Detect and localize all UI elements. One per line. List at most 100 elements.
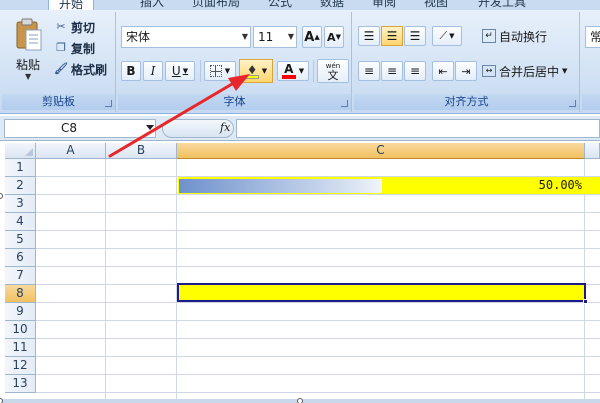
- alignment-group-label: 对齐方式: [354, 94, 579, 110]
- active-cell-c8[interactable]: [177, 283, 586, 302]
- grow-font-button[interactable]: A ▲: [302, 26, 322, 48]
- fill-color-button[interactable]: ♦ ▼: [239, 59, 273, 83]
- font-size-combo[interactable]: 11 ▼: [253, 26, 297, 48]
- gridline: [584, 159, 585, 399]
- select-all-button[interactable]: [5, 143, 36, 159]
- selection-handle: [0, 398, 3, 403]
- format-painter-button[interactable]: 🖌 格式刷: [54, 60, 107, 78]
- tab-page-layout[interactable]: 页面布局: [192, 0, 240, 10]
- gridline: [36, 194, 600, 195]
- column-header-d[interactable]: [585, 143, 600, 159]
- shrink-font-label: A: [327, 30, 336, 44]
- name-box[interactable]: C8: [4, 119, 156, 138]
- selection-handle: [0, 193, 3, 199]
- formula-bar: C8 fx: [0, 116, 600, 141]
- row-header-5[interactable]: 5: [5, 231, 36, 249]
- cell-c2-value: 50.00%: [538, 178, 582, 192]
- orientation-button[interactable]: ⟋ ▼: [432, 26, 462, 46]
- align-center-icon: ≡: [386, 64, 398, 78]
- align-right-icon: ≡: [409, 64, 421, 78]
- increase-indent-icon: ⇥: [461, 64, 471, 78]
- insert-function-icon[interactable]: fx: [220, 121, 230, 134]
- row-header-13[interactable]: 13: [5, 375, 36, 393]
- top-align-button[interactable]: ☰: [358, 26, 380, 46]
- increase-indent-button[interactable]: ⇥: [455, 61, 477, 81]
- phonetic-guide-button[interactable]: wén 文: [317, 59, 349, 83]
- align-center-button[interactable]: ≡: [381, 61, 403, 81]
- row-header-8[interactable]: 8: [5, 285, 36, 303]
- italic-button[interactable]: I: [143, 61, 163, 81]
- bottom-align-button[interactable]: ☰: [404, 26, 426, 46]
- align-right-button[interactable]: ≡: [404, 61, 426, 81]
- tab-review[interactable]: 审阅: [372, 0, 396, 10]
- ribbon-tab-bar: 开始 插入 页面布局 公式 数据 审阅 视图 开发工具: [0, 0, 600, 10]
- align-top-icon: ☰: [363, 29, 375, 43]
- tab-formulas[interactable]: 公式: [268, 0, 292, 10]
- alignment-dialog-launcher-icon[interactable]: [569, 100, 576, 107]
- copy-button[interactable]: ❐ 复制: [54, 39, 95, 57]
- column-header-b[interactable]: B: [106, 143, 177, 159]
- tab-view[interactable]: 视图: [424, 0, 448, 10]
- gridline: [36, 356, 600, 357]
- align-bottom-icon: ☰: [409, 29, 421, 43]
- gridline: [36, 392, 600, 393]
- chevron-down-icon[interactable]: [146, 125, 154, 130]
- number-group: 常: [582, 12, 600, 112]
- borders-button[interactable]: ▼: [204, 61, 236, 81]
- merge-center-button[interactable]: ↔ 合并后居中 ▼: [482, 61, 574, 81]
- decrease-indent-button[interactable]: ⇤: [432, 61, 454, 81]
- font-color-letter: A: [284, 62, 294, 76]
- gridline: [36, 266, 600, 267]
- font-group-label: 字体: [118, 94, 351, 110]
- number-format-combo[interactable]: 常: [585, 26, 600, 48]
- row-header-9[interactable]: 9: [5, 303, 36, 321]
- tab-developer[interactable]: 开发工具: [478, 0, 526, 10]
- font-color-icon: A: [281, 62, 296, 79]
- column-header-a[interactable]: A: [36, 143, 106, 159]
- select-all-triangle: [25, 148, 33, 156]
- paste-icon: [16, 18, 42, 51]
- cut-button[interactable]: ✂ 剪切: [54, 18, 95, 36]
- row-header-7[interactable]: 7: [5, 267, 36, 285]
- merge-center-icon: ↔: [482, 65, 496, 77]
- row-header-11[interactable]: 11: [5, 339, 36, 357]
- clipboard-group: 粘贴 ▼ ✂ 剪切 ❐ 复制 🖌 格式刷 剪贴板: [2, 12, 116, 112]
- row-header-2[interactable]: 2: [5, 177, 36, 195]
- fill-handle[interactable]: [583, 299, 588, 304]
- gridline: [36, 338, 600, 339]
- tab-data[interactable]: 数据: [320, 0, 344, 10]
- gridline: [176, 159, 177, 399]
- gridline: [36, 320, 600, 321]
- font-dialog-launcher-icon[interactable]: [341, 100, 348, 107]
- decrease-indent-icon: ⇤: [438, 64, 448, 78]
- alignment-group: ☰ ☰ ☰ ⟋ ▼ ↵ 自动换行 ≡ ≡ ≡ ⇤ ⇥ ↔ 合并后居中 ▼ 对齐方…: [354, 12, 580, 112]
- chevron-down-icon[interactable]: ▼: [288, 27, 294, 47]
- font-color-button[interactable]: A ▼: [277, 61, 309, 81]
- tab-insert[interactable]: 插入: [140, 0, 164, 10]
- underline-button[interactable]: U ▼: [165, 61, 195, 81]
- font-name-combo[interactable]: 宋体 ▼: [121, 26, 251, 48]
- chevron-down-icon[interactable]: ▼: [242, 27, 248, 47]
- row-header-3[interactable]: 3: [5, 195, 36, 213]
- tab-home[interactable]: 开始: [48, 0, 95, 10]
- bold-button[interactable]: B: [121, 61, 141, 81]
- shrink-font-button[interactable]: A ▼: [324, 26, 344, 48]
- data-bar: [179, 179, 382, 193]
- row-header-1[interactable]: 1: [5, 159, 36, 177]
- row-header-10[interactable]: 10: [5, 321, 36, 339]
- row-header-12[interactable]: 12: [5, 357, 36, 375]
- column-header-c[interactable]: C: [177, 143, 585, 159]
- middle-align-button[interactable]: ☰: [381, 26, 403, 46]
- orientation-icon: ⟋: [439, 29, 448, 42]
- fill-color-bucket-icon: ♦: [244, 63, 259, 79]
- paste-label: 粘贴: [16, 58, 41, 72]
- row-header-4[interactable]: 4: [5, 213, 36, 231]
- wrap-text-label: 自动换行: [499, 29, 548, 44]
- clipboard-dialog-launcher-icon[interactable]: [105, 100, 112, 107]
- wrap-text-button[interactable]: ↵ 自动换行: [482, 26, 556, 46]
- align-left-button[interactable]: ≡: [358, 61, 380, 81]
- merge-center-label: 合并后居中: [499, 64, 560, 79]
- phonetic-char: 文: [327, 69, 339, 82]
- formula-input[interactable]: [236, 119, 600, 138]
- row-header-6[interactable]: 6: [5, 249, 36, 267]
